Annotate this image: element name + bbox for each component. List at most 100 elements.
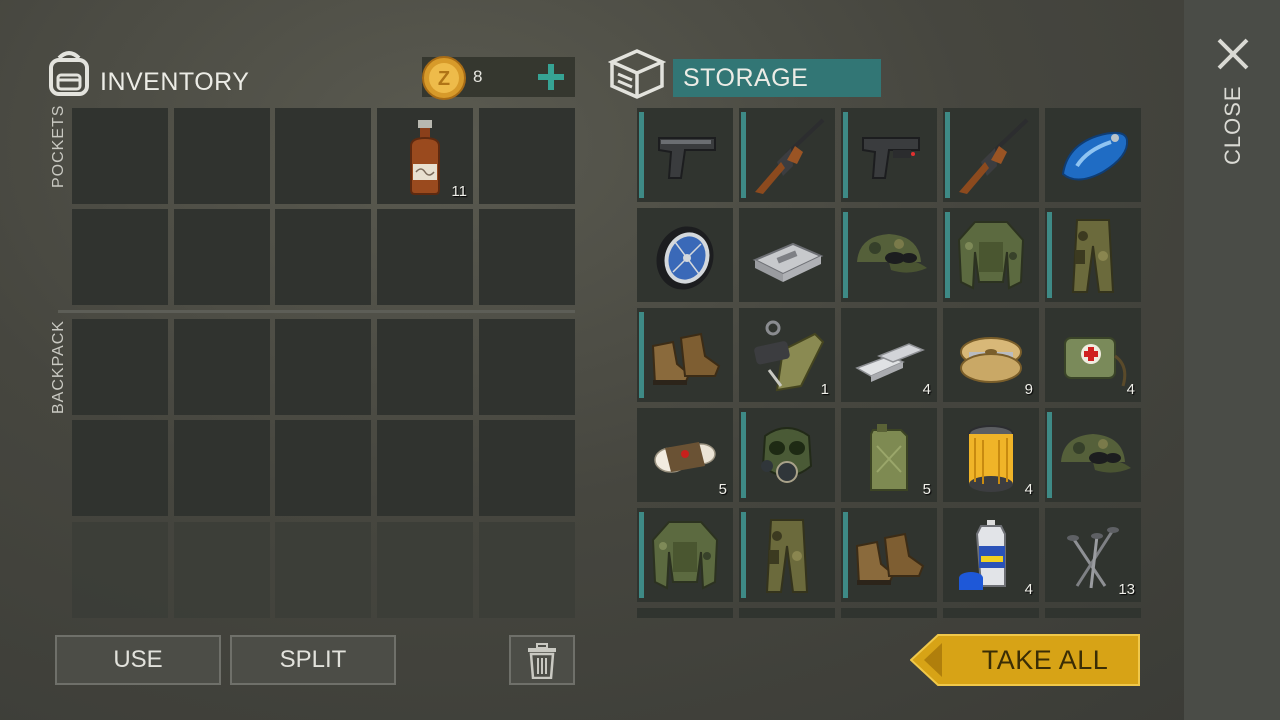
backpack-slot[interactable] (174, 420, 270, 516)
spray-paint-icon (959, 520, 1006, 590)
backpack-slot[interactable] (479, 522, 575, 618)
coin-icon: Z (421, 55, 467, 101)
storage-slot[interactable] (943, 208, 1039, 302)
item-count: 1 (820, 381, 829, 398)
storage-slot[interactable] (739, 208, 835, 302)
backpack-slot[interactable] (377, 522, 473, 618)
gas-mask-icon (761, 427, 813, 483)
storage-slot[interactable] (637, 108, 733, 202)
backpack-slot[interactable] (275, 420, 371, 516)
item-count: 4 (1126, 381, 1135, 398)
backpack-slot[interactable] (275, 319, 371, 415)
storage-slot[interactable] (739, 408, 835, 502)
storage-box-icon (607, 48, 667, 100)
coin-counter: Z 8 (422, 56, 575, 100)
take-all-button[interactable]: TAKE ALL (910, 634, 1140, 686)
split-button[interactable]: SPLIT (230, 635, 396, 685)
storage-slot[interactable]: 1 (739, 308, 835, 402)
trash-icon (528, 643, 556, 680)
take-all-label: TAKE ALL (981, 645, 1109, 675)
storage-grid: 1 4 9 4 5 5 4 4 13 (637, 108, 1141, 618)
storage-slot[interactable] (1045, 208, 1141, 302)
oil-filter-icon (968, 425, 1014, 492)
item-count: 11 (451, 183, 467, 200)
storage-slot[interactable]: 4 (943, 508, 1039, 602)
backpack-slot[interactable] (377, 319, 473, 415)
storage-slot[interactable]: 4 (943, 408, 1039, 502)
backpack-slot[interactable] (174, 319, 270, 415)
storage-slot[interactable]: 13 (1045, 508, 1141, 602)
backpack-slot[interactable] (479, 319, 575, 415)
assault-rifle-icon (755, 118, 825, 194)
pocket-slot[interactable] (72, 108, 168, 204)
wheel-icon (656, 226, 714, 290)
storage-slot[interactable] (637, 308, 733, 402)
pocket-slot[interactable] (377, 209, 473, 305)
storage-title: STORAGE (683, 64, 809, 92)
storage-slot[interactable]: 9 (943, 308, 1039, 402)
pocket-slot[interactable]: 11 (377, 108, 473, 204)
metal-bars-icon (855, 343, 925, 382)
pockets-label: POCKETS (50, 104, 67, 188)
item-count: 5 (922, 481, 931, 498)
camo-pants-icon (765, 519, 809, 593)
backpack-slot[interactable] (479, 420, 575, 516)
item-count: 4 (1024, 481, 1033, 498)
boots-icon (651, 332, 721, 385)
backpack-slot[interactable] (377, 420, 473, 516)
backpack-slot[interactable] (275, 522, 371, 618)
pocket-slot[interactable] (275, 108, 371, 204)
storage-slot[interactable] (739, 508, 835, 602)
storage-slot[interactable]: 4 (841, 308, 937, 402)
storage-slot[interactable] (1045, 408, 1141, 502)
item-count: 4 (922, 381, 931, 398)
storage-slot[interactable] (841, 108, 937, 202)
camo-pants-icon (1071, 219, 1115, 293)
pocket-slot[interactable] (479, 108, 575, 204)
muzzle-magazine-icon (754, 320, 825, 392)
add-coins-button[interactable] (537, 63, 565, 91)
storage-slot[interactable] (637, 608, 733, 618)
item-count: 5 (718, 481, 727, 498)
trash-button[interactable] (509, 635, 575, 685)
backpack-slot[interactable] (72, 522, 168, 618)
storage-slot[interactable] (841, 208, 937, 302)
storage-slot[interactable] (1045, 108, 1141, 202)
pocket-slot[interactable] (275, 209, 371, 305)
jerrycan-icon (870, 424, 908, 491)
backpack-slot[interactable] (174, 522, 270, 618)
storage-slot[interactable] (637, 208, 733, 302)
pocket-slot[interactable] (174, 108, 270, 204)
storage-slot[interactable] (637, 508, 733, 602)
backpack-icon (45, 48, 93, 98)
section-divider (58, 310, 575, 313)
close-icon[interactable] (1216, 37, 1250, 71)
fuel-tank-icon (1061, 131, 1129, 181)
storage-slot[interactable] (943, 608, 1039, 618)
close-label[interactable]: CLOSE (1220, 85, 1246, 165)
camo-jacket-icon (957, 221, 1025, 290)
storage-slot[interactable]: 5 (841, 408, 937, 502)
pocket-slot[interactable] (479, 209, 575, 305)
pistol-icon (658, 137, 716, 179)
storage-slot[interactable] (943, 108, 1039, 202)
storage-slot[interactable] (739, 108, 835, 202)
inventory-title: INVENTORY (100, 68, 250, 96)
pocket-slot[interactable] (72, 209, 168, 305)
wire-spool-icon (960, 337, 1022, 383)
storage-slot[interactable] (841, 508, 937, 602)
pocket-slot[interactable] (174, 209, 270, 305)
backpack-slot[interactable] (72, 420, 168, 516)
use-button[interactable]: USE (55, 635, 221, 685)
storage-slot[interactable] (1045, 608, 1141, 618)
assault-rifle-icon (959, 118, 1029, 194)
storage-slot[interactable]: 4 (1045, 308, 1141, 402)
item-count: 4 (1024, 581, 1033, 598)
close-pane[interactable]: CLOSE (1184, 0, 1280, 720)
storage-slot[interactable] (841, 608, 937, 618)
storage-slot[interactable] (739, 608, 835, 618)
medkit-bag-icon (1064, 337, 1127, 387)
storage-slot[interactable]: 5 (637, 408, 733, 502)
backpack-slot[interactable] (72, 319, 168, 415)
svg-text:Z: Z (438, 68, 450, 90)
